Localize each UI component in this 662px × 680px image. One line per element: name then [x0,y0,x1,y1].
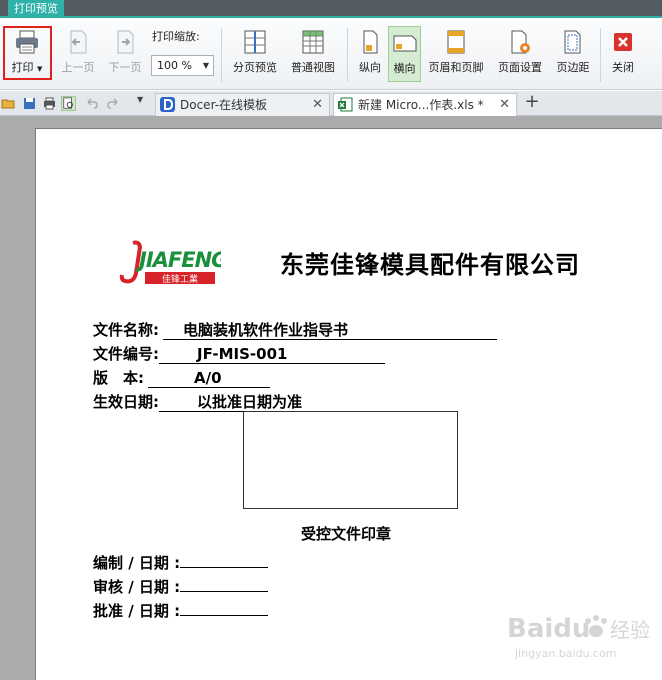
ribbon-divider [347,28,348,82]
next-page-icon [117,30,134,54]
svg-text:经验: 经验 [610,618,650,642]
zoom-select[interactable]: 100 % ▼ [151,55,214,76]
ribbon-divider [600,28,601,82]
landscape-page-icon [393,35,416,52]
svg-text:jingyan.baidu.com: jingyan.baidu.com [514,647,617,660]
logo-wordmark: JIAFENG [135,248,221,272]
redo-icon[interactable] [106,96,121,111]
page-break-preview-button[interactable]: 分页预览 [228,26,282,82]
signoff-approved: 批准 / 日期 : [93,597,269,621]
page-setup-button[interactable]: 页面设置 [493,26,547,82]
normal-view-grid-icon [302,30,324,54]
margins-button[interactable]: 页边距 [552,26,594,82]
close-preview-button[interactable]: 关闭 [606,26,640,82]
print-page: JIAFENG 佳锋工業 东莞佳锋模具配件有限公司 文件名称: 电脑装机软件作业指… [35,128,662,680]
prev-page-icon [70,30,87,54]
company-logo: JIAFENG 佳锋工業 [119,239,229,289]
landscape-button[interactable]: 横向 [388,26,421,82]
close-icon [614,33,632,51]
chevron-down-icon: ▼ [202,61,209,70]
save-icon[interactable] [22,96,37,111]
open-folder-icon[interactable] [1,96,16,111]
spreadsheet-file-icon [338,97,353,112]
quick-print-icon[interactable] [42,96,57,111]
print-preview-ribbon: 打印 ▼ 上一页 下一页 分页预览 普通视图 纵向 横向 页眉和页脚 页面设置 … [0,20,662,90]
close-tab-icon[interactable]: ✕ [499,94,510,116]
field-version: 版 本: A/0 [93,367,270,388]
quick-access-dropdown-icon[interactable]: ▼ [137,95,143,104]
page-setup-gear-icon [511,30,530,54]
header-footer-icon [447,30,465,54]
new-tab-button[interactable]: + [523,93,541,113]
baidu-watermark: Baidu 经验 jingyan.baidu.com [505,605,655,665]
page-break-grid-icon [244,30,266,54]
print-preview-toggle[interactable] [61,96,76,111]
doc-tab-docer[interactable]: Docer-在线模板 ✕ [155,93,330,116]
document-tab-bar: ▼ Docer-在线模板 ✕ 新建 Micro...作表.xls * ✕ + [0,91,662,116]
prev-page-button[interactable]: 上一页 [57,26,99,82]
svg-text:Baidu: Baidu [507,614,590,644]
title-tab-bar: 打印预览 [0,0,662,18]
zoom-label: 打印缩放: [152,30,200,43]
field-doc-number: 文件编号: JF-MIS-001 [93,343,385,364]
signoff-prepared: 编制 / 日期 : [93,549,269,573]
next-page-button[interactable]: 下一页 [104,26,146,82]
tab-print-preview[interactable]: 打印预览 [8,0,64,18]
header-footer-button[interactable]: 页眉和页脚 [424,26,488,82]
field-effective-date: 生效日期: 以批准日期为准 [93,391,413,412]
field-doc-name: 文件名称: 电脑装机软件作业指导书 [93,319,497,340]
print-preview-icon [63,97,73,109]
doc-tab-spreadsheet[interactable]: 新建 Micro...作表.xls * ✕ [333,93,517,116]
ribbon-divider [221,28,222,82]
print-button-highlight [3,26,52,80]
preview-workspace: JIAFENG 佳锋工業 东莞佳锋模具配件有限公司 文件名称: 电脑装机软件作业指… [0,116,662,680]
stamp-box [243,411,458,509]
undo-icon[interactable] [84,96,99,111]
docer-icon [160,97,175,112]
margins-icon [564,30,581,54]
close-tab-icon[interactable]: ✕ [312,94,323,116]
portrait-button[interactable]: 纵向 [353,26,387,82]
normal-view-button[interactable]: 普通视图 [286,26,340,82]
stamp-caption: 受控文件印章 [301,525,392,543]
logo-subtext: 佳锋工業 [162,273,198,285]
signoff-reviewed: 审核 / 日期 : [93,573,269,597]
company-name: 东莞佳锋模具配件有限公司 [280,251,580,279]
portrait-page-icon [363,30,378,54]
